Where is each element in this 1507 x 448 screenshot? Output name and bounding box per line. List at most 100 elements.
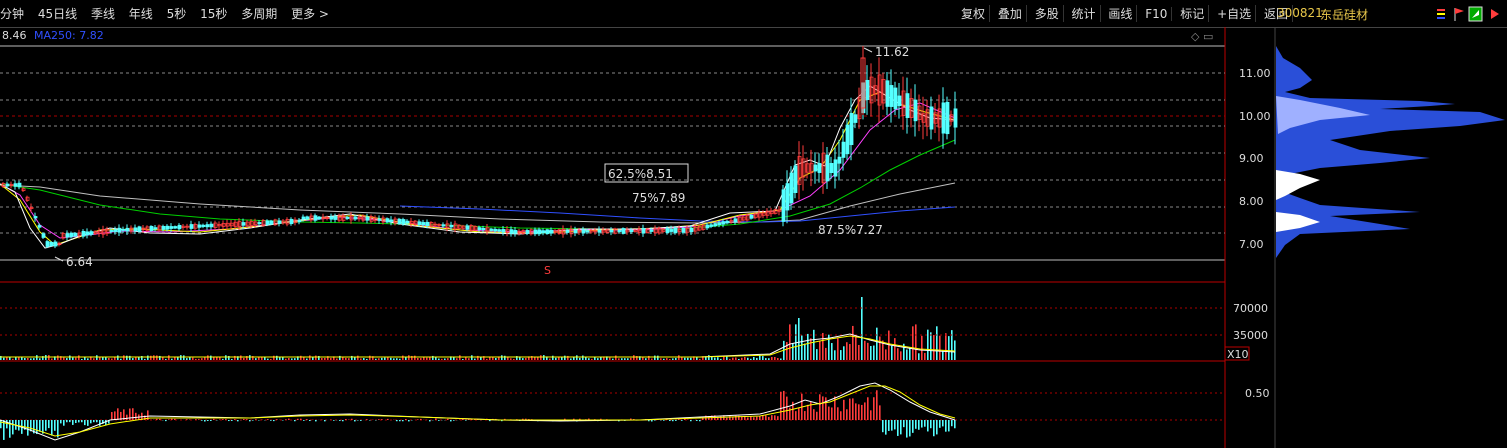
- volume-bar: [198, 358, 200, 360]
- candle-body: [73, 232, 78, 237]
- candle-body: [121, 228, 126, 231]
- volume-bar: [768, 358, 770, 360]
- volume-bar: [342, 357, 344, 360]
- volume-bar: [708, 355, 710, 360]
- volume-unit: X10: [1227, 348, 1249, 361]
- volume-bar: [933, 335, 935, 360]
- volume-bar: [663, 358, 665, 360]
- macd-bar: [300, 418, 302, 420]
- macd-bar: [771, 415, 773, 420]
- volume-bar: [36, 355, 38, 360]
- volume-bar: [300, 355, 302, 360]
- volume-bar: [108, 357, 110, 360]
- macd-bar: [783, 390, 785, 420]
- macd-bar: [135, 412, 137, 420]
- macd-bar: [381, 419, 383, 420]
- macd-bar: [324, 420, 326, 422]
- volume-bar: [759, 355, 761, 360]
- diamond-icon[interactable]: ◇: [1191, 30, 1199, 43]
- macd-bar: [465, 420, 467, 421]
- volume-bar: [588, 358, 590, 360]
- volume-bar: [912, 326, 914, 360]
- candle-body: [673, 227, 678, 234]
- candle-body: [597, 229, 602, 233]
- macd-bar: [39, 420, 41, 432]
- volume-bar: [612, 358, 614, 360]
- candle-body: [501, 229, 506, 233]
- volume-bar: [849, 344, 851, 360]
- macd-bar: [678, 419, 680, 420]
- volume-bar: [948, 336, 950, 360]
- candle-body: [113, 229, 118, 232]
- macd-bar: [57, 420, 59, 438]
- volume-bar: [627, 358, 629, 360]
- volume-gridlines: [0, 307, 1225, 336]
- volume-bar: [924, 352, 926, 360]
- volume-bar: [525, 357, 527, 360]
- macd-bar: [681, 420, 683, 421]
- volume-bar: [75, 357, 77, 360]
- macd-bar: [732, 417, 734, 420]
- macd-bar: [6, 420, 8, 429]
- volume-bar: [897, 348, 899, 360]
- volume-bar: [810, 338, 812, 360]
- volume-bars: [0, 297, 956, 360]
- candle-body: [841, 141, 846, 158]
- volume-bar: [798, 318, 800, 360]
- macd-bar: [306, 419, 308, 420]
- candle-body: [681, 227, 686, 233]
- macd-bar: [858, 404, 860, 420]
- price-tick-7: 7.00: [1239, 238, 1264, 251]
- macd-bar: [654, 420, 656, 421]
- candle-body: [813, 164, 818, 172]
- volume-bar: [447, 358, 449, 360]
- volume-bar: [225, 355, 227, 360]
- volume-bar: [807, 333, 809, 360]
- candle-body: [389, 219, 394, 222]
- macd-bar: [933, 420, 935, 437]
- volume-bar: [144, 358, 146, 360]
- macd-bar: [297, 418, 299, 420]
- volume-bar: [687, 357, 689, 360]
- macd-bar: [450, 420, 452, 422]
- macd-histogram: [0, 390, 956, 440]
- volume-bar: [312, 357, 314, 360]
- candle-body: [177, 224, 182, 230]
- volume-bar: [222, 358, 224, 360]
- window-icon[interactable]: ▭: [1203, 30, 1213, 43]
- candle-body: [385, 218, 390, 223]
- candle-body: [537, 229, 542, 235]
- macd-bar: [114, 411, 116, 420]
- volume-bar: [570, 358, 572, 360]
- candle-body: [41, 233, 46, 238]
- volume-bar: [879, 336, 881, 360]
- candle-body: [441, 224, 446, 227]
- candle-body: [641, 227, 646, 234]
- candle-body: [5, 183, 10, 187]
- candle-body: [137, 226, 142, 232]
- macd-bar: [117, 408, 119, 420]
- macd-bar: [918, 420, 920, 430]
- macd-bar: [243, 419, 245, 420]
- volume-bar: [375, 358, 377, 360]
- macd-bar: [195, 419, 197, 420]
- volume-tick-35000: 35000: [1233, 329, 1268, 342]
- volume-bar: [408, 355, 410, 360]
- high-pointer: [863, 47, 873, 53]
- volume-bar: [420, 358, 422, 360]
- candle-body: [649, 229, 654, 232]
- macd-bar: [741, 416, 743, 420]
- volume-bar: [762, 356, 764, 360]
- macd-bar: [90, 420, 92, 424]
- candle-body: [785, 183, 790, 211]
- macd-bar: [663, 420, 665, 421]
- macd-bar: [255, 419, 257, 420]
- macd-bar: [174, 418, 176, 420]
- macd-bar: [795, 411, 797, 420]
- candle-body: [317, 216, 322, 220]
- volume-bar: [309, 355, 311, 360]
- macd-bar: [249, 420, 251, 422]
- volume-bar: [732, 357, 734, 360]
- volume-bar: [33, 358, 35, 360]
- candle-body: [241, 222, 246, 226]
